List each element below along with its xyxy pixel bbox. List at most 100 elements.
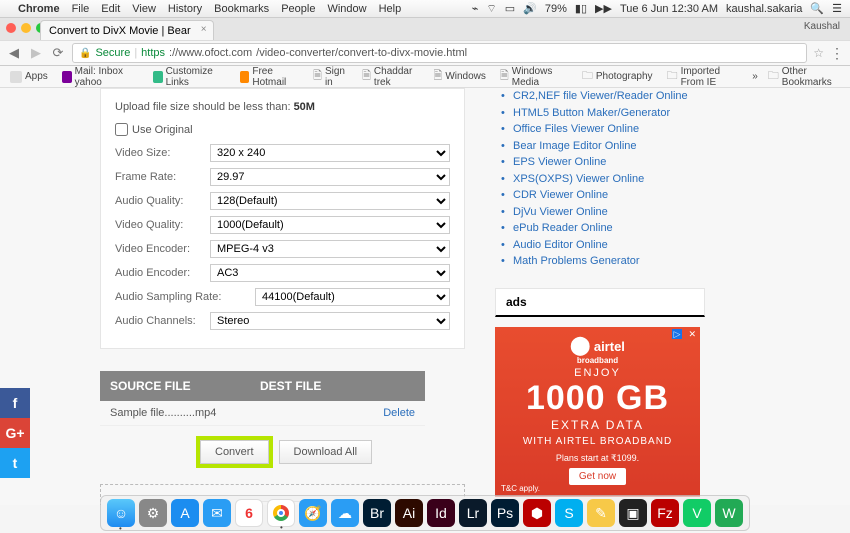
bluetooth-icon[interactable]: ⌁ [472,2,479,15]
label-video-encoder: Video Encoder: [115,243,210,255]
dock-skype-icon[interactable]: S [555,499,583,527]
select-video-encoder[interactable]: MPEG-4 v3 [210,240,450,258]
ad-cta-button[interactable]: Get now [569,468,626,485]
bm-chaddar[interactable]: 🗎Chaddar trek [358,64,423,90]
select-sampling[interactable]: 44100(Default) [255,288,450,306]
sidebar-link[interactable]: HTML5 Button Maker/Generator [513,105,705,122]
bm-overflow[interactable]: » [752,71,758,82]
dock-ps-icon[interactable]: Ps [491,499,519,527]
twitter-share-button[interactable]: t [0,448,30,478]
screen-icon[interactable]: ▭ [505,2,515,15]
menu-help[interactable]: Help [379,3,402,15]
window-close-icon[interactable] [6,23,16,33]
menubar-user[interactable]: kaushal.sakaria [726,3,802,15]
sidebar-link[interactable]: CR2,NEF file Viewer/Reader Online [513,88,705,105]
delete-link[interactable]: Delete [373,401,425,425]
sidebar-link[interactable]: EPS Viewer Online [513,154,705,171]
select-frame-rate[interactable]: 29.97 [210,168,450,186]
dock-w-icon[interactable]: W [715,499,743,527]
browser-tab[interactable]: Convert to DivX Movie | Bear × [40,20,214,40]
social-bar: f G+ t [0,388,30,478]
googleplus-share-button[interactable]: G+ [0,418,30,448]
dock-finder-icon[interactable]: ☺ [107,499,135,527]
dock-safari-icon[interactable]: 🧭 [299,499,327,527]
sidebar-link[interactable]: Math Problems Generator [513,253,705,270]
dock-id-icon[interactable]: Id [427,499,455,527]
sidebar-link[interactable]: Office Files Viewer Online [513,121,705,138]
dock-chrome-icon[interactable] [267,499,295,527]
menu-extras-icon[interactable]: ☰ [832,2,842,15]
volume-icon[interactable]: 🔊 [523,2,537,15]
facebook-share-button[interactable]: f [0,388,30,418]
back-icon[interactable]: ◀ [6,45,22,61]
reload-icon[interactable]: ⟳ [50,45,66,61]
window-min-icon[interactable] [21,23,31,33]
sidebar-link[interactable]: Audio Editor Online [513,237,705,254]
chrome-profile[interactable]: Kaushal [804,21,840,32]
menu-app[interactable]: Chrome [18,3,60,15]
use-original-checkbox[interactable] [115,123,128,136]
dock-app1-icon[interactable]: ⬢ [523,499,551,527]
bm-apps[interactable]: Apps [6,69,52,85]
wifi-icon[interactable]: ⌔ [486,2,496,16]
dock-appstore-icon[interactable]: A [171,499,199,527]
select-video-quality[interactable]: 1000(Default) [210,216,450,234]
sidebar-link[interactable]: ePub Reader Online [513,220,705,237]
dock-lr-icon[interactable]: Lr [459,499,487,527]
dock-cloud-icon[interactable]: ☁ [331,499,359,527]
adchoices-icon[interactable]: ▷ [672,329,682,339]
ad-close-icon[interactable]: ✕ [688,329,696,340]
chrome-menu-icon[interactable]: ⋮ [830,45,844,62]
menu-window[interactable]: Window [327,3,366,15]
sidebar-link[interactable]: CDR Viewer Online [513,187,705,204]
menubar-datetime[interactable]: Tue 6 Jun 12:30 AM [620,3,718,15]
select-audio-encoder[interactable]: AC3 [210,264,450,282]
forward-icon[interactable]: ▶ [28,45,44,61]
bm-other[interactable]: 🗀Other Bookmarks [764,64,844,90]
tab-close-icon[interactable]: × [201,24,207,35]
dock-launchpad-icon[interactable]: ⚙ [139,499,167,527]
select-channels[interactable]: Stereo [210,312,450,330]
dock-notes-icon[interactable]: ✎ [587,499,615,527]
bm-yahoo[interactable]: Mail: Inbox yahoo [58,64,143,90]
label-sampling: Audio Sampling Rate: [115,291,255,303]
bm-customize[interactable]: Customize Links [149,64,230,90]
convert-button[interactable]: Convert [200,440,269,464]
menu-history[interactable]: History [168,3,202,15]
dock-v-icon[interactable]: V [683,499,711,527]
th-source: SOURCE FILE [100,371,250,401]
row-video-encoder: Video Encoder: MPEG-4 v3 [115,240,450,258]
url-proto: https [141,47,165,59]
battery-label: 79% [545,3,567,15]
menu-bookmarks[interactable]: Bookmarks [214,3,269,15]
bm-windows[interactable]: 🗎Windows [429,65,489,88]
select-video-size[interactable]: 320 x 240 [210,144,450,162]
dock-calendar-icon[interactable]: 6 [235,499,263,527]
sidebar-link[interactable]: XPS(OXPS) Viewer Online [513,171,705,188]
address-bar[interactable]: 🔒 Secure | https ://www.ofoct.com /video… [72,43,807,63]
fastfwd-icon[interactable]: ▶▶ [595,2,612,15]
sidebar-link[interactable]: Bear Image Editor Online [513,138,705,155]
bm-hotmail[interactable]: Free Hotmail [236,64,304,90]
bm-photo[interactable]: 🗀Photography [578,65,657,88]
menu-people[interactable]: People [281,3,315,15]
select-audio-quality[interactable]: 128(Default) [210,192,450,210]
ad-banner[interactable]: ▷ ✕ ⬤ airtelbroadband ENJOY 1000 GB EXTR… [495,327,700,497]
download-all-button[interactable]: Download All [279,440,373,464]
bm-signin[interactable]: 🗎Sign in [309,64,352,90]
menu-edit[interactable]: Edit [101,3,120,15]
dock-term-icon[interactable]: ▣ [619,499,647,527]
bm-imported[interactable]: 🗀Imported From IE [663,64,747,90]
menu-file[interactable]: File [72,3,90,15]
dock-ai-icon[interactable]: Ai [395,499,423,527]
battery-icon[interactable]: ▮▯ [575,2,587,15]
bookmark-star-icon[interactable]: ☆ [813,46,824,60]
row-frame-rate: Frame Rate: 29.97 [115,168,450,186]
bm-winmedia[interactable]: 🗎Windows Media [496,64,572,90]
sidebar-link[interactable]: DjVu Viewer Online [513,204,705,221]
dock-br-icon[interactable]: Br [363,499,391,527]
dock-filezilla-icon[interactable]: Fz [651,499,679,527]
spotlight-icon[interactable]: 🔍 [810,2,824,15]
menu-view[interactable]: View [132,3,156,15]
dock-mail-icon[interactable]: ✉ [203,499,231,527]
